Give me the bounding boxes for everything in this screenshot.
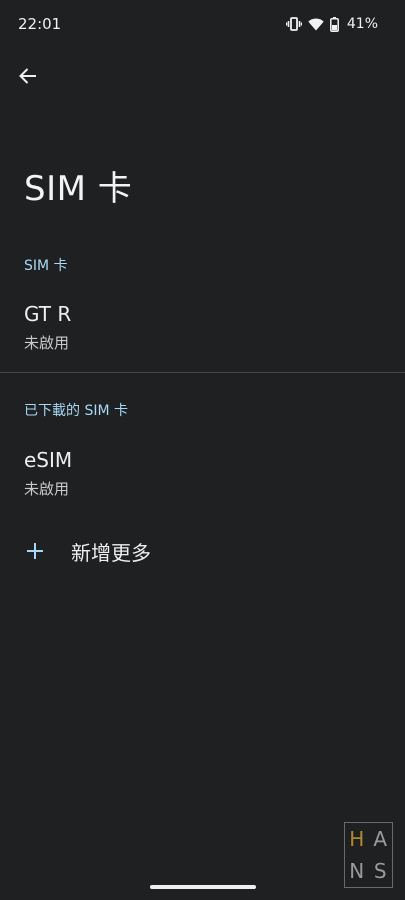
section-header-sim: SIM 卡 <box>24 258 68 274</box>
hans-watermark-logo: H A N S <box>344 822 393 888</box>
sim-item-esim[interactable]: eSIM 未啟用 <box>0 448 405 508</box>
add-more-label: 新增更多 <box>71 541 151 565</box>
vibrate-icon <box>285 17 302 31</box>
sim-item-status: 未啟用 <box>24 480 70 498</box>
wifi-icon <box>308 17 324 31</box>
status-time: 22:01 <box>18 15 62 33</box>
watermark-letter: S <box>373 859 387 883</box>
sim-item-status: 未啟用 <box>24 334 70 352</box>
battery-icon <box>329 16 339 32</box>
watermark-letter: N <box>349 859 365 883</box>
section-header-downloaded: 已下載的 SIM 卡 <box>24 403 128 419</box>
watermark-letter: H <box>349 827 365 851</box>
sim-item-title: eSIM <box>24 448 73 472</box>
watermark-letter: A <box>373 827 388 851</box>
section-divider <box>0 372 405 373</box>
sim-cards-screen: 22:01 41% SIM 卡 SIM 卡 GT R 未啟用 已下載的 SIM … <box>0 0 405 900</box>
status-icons: 41% <box>285 15 378 33</box>
add-more-button[interactable]: 新增更多 <box>0 526 405 576</box>
home-indicator[interactable] <box>150 885 256 889</box>
back-button[interactable] <box>10 58 46 98</box>
battery-percent: 41% <box>346 16 378 32</box>
plus-icon <box>24 540 46 562</box>
sim-item-title: GT R <box>24 302 72 326</box>
sim-item-gtr[interactable]: GT R 未啟用 <box>0 302 405 362</box>
arrow-left-icon <box>18 66 38 90</box>
page-title: SIM 卡 <box>24 169 133 209</box>
status-bar: 22:01 41% <box>0 0 405 48</box>
